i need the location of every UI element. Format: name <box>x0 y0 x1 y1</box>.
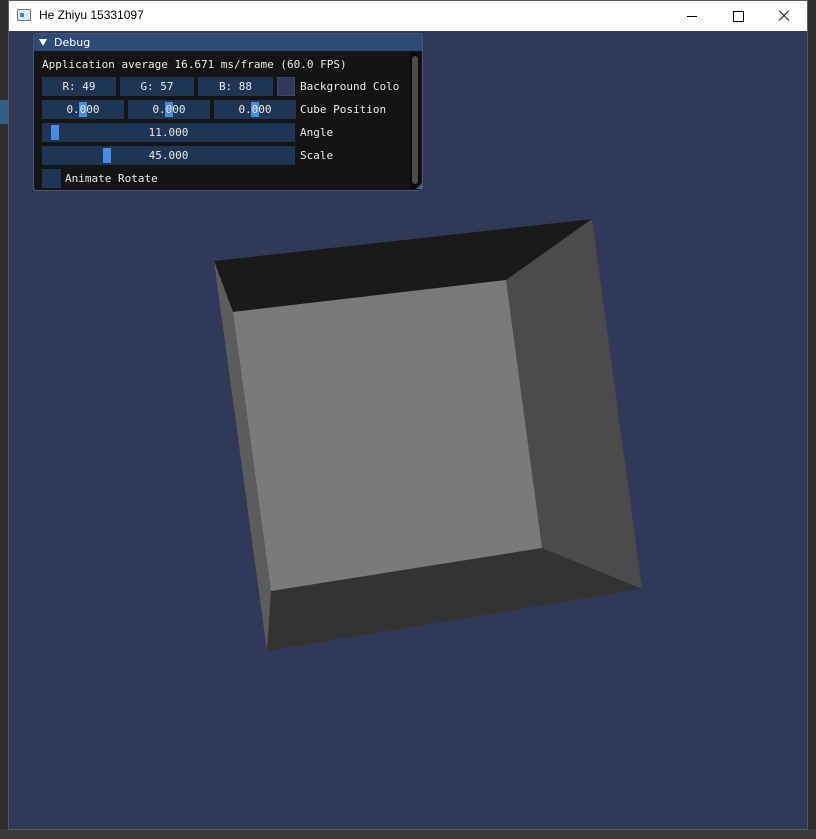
maximize-button[interactable] <box>715 1 761 31</box>
scale-label: Scale <box>300 149 334 162</box>
background-color-label: Background Colo <box>300 80 400 93</box>
scale-value: 45.000 <box>148 149 189 162</box>
animate-rotate-checkbox[interactable] <box>42 169 61 188</box>
color-r-value: R: 49 <box>62 80 96 93</box>
background-app-edge <box>0 0 8 839</box>
animate-rotate-label: Animate Rotate <box>65 172 158 185</box>
color-g-value: G: 57 <box>140 80 174 93</box>
resize-grip[interactable] <box>416 182 423 189</box>
collapse-triangle-icon[interactable] <box>39 39 47 46</box>
debug-panel-header[interactable]: Debug <box>34 34 422 51</box>
cube-face-front <box>233 280 542 591</box>
cube-position-label: Cube Position <box>300 103 387 116</box>
color-b-value: B: 88 <box>218 80 253 93</box>
position-x-value: 0.000 <box>66 103 100 116</box>
position-z-slider[interactable]: 0.000 <box>214 100 296 119</box>
debug-panel[interactable]: Debug Application average 16.671 ms/fram… <box>33 33 423 191</box>
position-y-value: 0.000 <box>152 103 186 116</box>
background-app-edge-right <box>808 0 816 839</box>
position-x-slider[interactable]: 0.000 <box>42 100 124 119</box>
slider-grab[interactable] <box>103 148 111 163</box>
slider-grab[interactable] <box>51 125 59 140</box>
close-button[interactable] <box>761 1 807 31</box>
position-y-slider[interactable]: 0.000 <box>128 100 210 119</box>
color-b-field[interactable]: B: 88 <box>198 77 273 96</box>
position-z-value: 0.000 <box>238 103 272 116</box>
fps-readout: Application average 16.671 ms/frame (60.… <box>42 58 347 71</box>
minimize-button[interactable] <box>669 1 715 31</box>
color-g-field[interactable]: G: 57 <box>120 77 194 96</box>
window-title: He Zhiyu 15331097 <box>39 8 144 22</box>
color-r-field[interactable]: R: 49 <box>42 77 116 96</box>
angle-label: Angle <box>300 126 334 139</box>
app-window: He Zhiyu 15331097 Debug Application aver… <box>8 0 808 830</box>
render-viewport[interactable]: Debug Application average 16.671 ms/fram… <box>9 31 807 829</box>
angle-value: 11.000 <box>148 126 189 139</box>
title-bar[interactable]: He Zhiyu 15331097 <box>9 1 807 31</box>
background-app-bottom <box>0 829 816 839</box>
angle-slider[interactable]: 11.000 <box>42 123 295 142</box>
color-swatch-button[interactable] <box>277 77 295 96</box>
app-icon[interactable] <box>17 9 31 21</box>
scale-slider[interactable]: 45.000 <box>42 146 295 165</box>
debug-panel-title: Debug <box>54 36 91 49</box>
debug-scrollbar-thumb[interactable] <box>412 56 418 184</box>
background-app-accent <box>0 100 8 124</box>
